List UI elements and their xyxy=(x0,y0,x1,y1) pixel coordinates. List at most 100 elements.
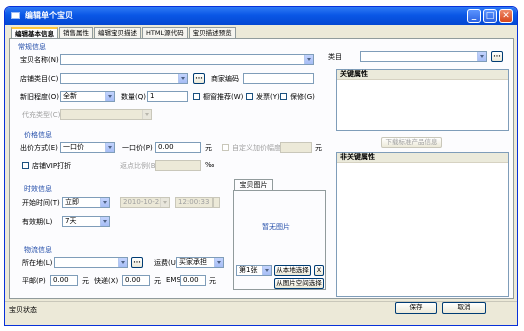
key-properties-header: 关键属性 xyxy=(337,70,508,80)
fixed-price-unit: 元 xyxy=(205,144,212,152)
download-product-info-button[interactable]: 下载标准产品信息 xyxy=(381,137,442,148)
fixed-price-input[interactable]: 0.00 xyxy=(155,142,201,153)
shop-category-combo[interactable] xyxy=(60,73,188,84)
non-key-properties-header: 非关键属性 xyxy=(337,153,508,163)
category-combo[interactable] xyxy=(360,51,487,62)
custom-markup-input[interactable] xyxy=(280,142,312,153)
window-recommend-label: 橱窗推荐(W) xyxy=(203,93,244,101)
item-status-text: 宝贝状态 xyxy=(9,306,37,314)
location-combo[interactable] xyxy=(54,257,128,268)
shipping-value: 买家承担 xyxy=(179,258,207,266)
logistics-info-title: 物流信息 xyxy=(24,246,52,254)
merchant-code-input[interactable] xyxy=(243,73,314,84)
item-name-label: 宝贝名称(N) xyxy=(20,56,59,64)
maximize-button[interactable]: □ xyxy=(483,9,497,23)
chevron-down-icon[interactable] xyxy=(118,258,127,267)
start-time-combo[interactable]: 立即 xyxy=(62,197,110,208)
price-info-title: 价格信息 xyxy=(24,131,52,139)
start-time-value: 立即 xyxy=(65,198,79,206)
ems-unit: 元 xyxy=(209,277,216,285)
category-browse-button[interactable]: ··· xyxy=(491,51,503,62)
time-info-title: 时效信息 xyxy=(24,185,52,193)
window-recommend-checkbox[interactable] xyxy=(193,93,200,100)
key-properties-list[interactable]: 关键属性 xyxy=(336,69,509,131)
chevron-down-icon[interactable] xyxy=(304,55,313,64)
shipping-combo[interactable]: 买家承担 xyxy=(176,257,224,268)
shipping-label: 运费(U) xyxy=(154,259,179,267)
custom-markup-checkbox[interactable] xyxy=(222,144,229,151)
sell-method-value: 一口价 xyxy=(63,143,84,151)
edit-item-window: 编辑单个宝贝 _ □ ✕ 编辑基本信息 销售属性 编辑宝贝描述 HTML源代码 … xyxy=(4,6,518,326)
location-label: 所在地(L) xyxy=(22,259,53,267)
fixed-price-label: 一口价(P) xyxy=(122,144,153,152)
chevron-down-icon[interactable] xyxy=(477,52,486,61)
point-ratio-label: 返点比例(B) xyxy=(120,162,159,170)
condition-value: 全新 xyxy=(63,92,77,100)
ems-label: EMS xyxy=(166,276,181,284)
save-button[interactable]: 保存 xyxy=(395,302,437,314)
chevron-down-icon[interactable] xyxy=(100,217,109,226)
vip-discount-label: 店铺VIP打折 xyxy=(32,162,72,170)
sell-method-label: 出价方式(E) xyxy=(20,144,58,152)
quantity-label: 数量(Q) xyxy=(121,93,146,101)
start-date-picker[interactable]: 2010-10-25 xyxy=(120,197,170,208)
agent-type-combo[interactable] xyxy=(60,109,152,120)
validity-combo[interactable]: 7天 xyxy=(62,216,110,227)
minimize-button[interactable]: _ xyxy=(467,9,481,23)
condition-combo[interactable]: 全新 xyxy=(60,91,115,102)
window-title: 编辑单个宝贝 xyxy=(25,11,73,20)
tab-pane: 常规信息 宝贝名称(N) 店铺类目(C) ··· 商家编码 新旧程度(O) 全新… xyxy=(9,38,514,299)
validity-label: 有效期(L) xyxy=(22,218,53,226)
chevron-down-icon[interactable] xyxy=(262,266,271,275)
chevron-down-icon[interactable] xyxy=(100,198,109,207)
close-button[interactable]: ✕ xyxy=(499,9,513,23)
sell-method-combo[interactable]: 一口价 xyxy=(60,142,115,153)
no-picture-text: 暂无图片 xyxy=(262,223,290,231)
clock-spinner[interactable] xyxy=(213,197,220,208)
location-browse-button[interactable]: ··· xyxy=(131,257,143,268)
cancel-button[interactable]: 取消 xyxy=(442,302,486,314)
status-bar xyxy=(5,301,517,315)
invoice-checkbox[interactable] xyxy=(246,93,253,100)
start-clock-value: 12:00:33 xyxy=(178,198,210,206)
non-key-properties-list[interactable]: 非关键属性 xyxy=(336,152,509,297)
chevron-down-icon xyxy=(142,110,151,119)
merchant-code-label: 商家编码 xyxy=(211,75,239,83)
point-ratio-input[interactable] xyxy=(155,160,201,171)
custom-markup-label: 自定义加价幅度 xyxy=(232,144,281,152)
express-label: 快递(X) xyxy=(94,277,119,285)
select-space-button[interactable]: 从图片空间选择 xyxy=(274,278,324,289)
mail-fee-input[interactable]: 0.00 xyxy=(50,275,78,286)
start-clock-input[interactable]: 12:00:33 xyxy=(175,197,213,208)
vip-discount-checkbox[interactable] xyxy=(22,162,29,169)
express-unit: 元 xyxy=(154,277,161,285)
custom-markup-unit: 元 xyxy=(315,144,322,152)
start-date-value: 2010-10-25 xyxy=(123,198,164,206)
general-info-title: 常规信息 xyxy=(18,43,46,51)
item-name-combo[interactable] xyxy=(60,54,314,65)
select-local-button[interactable]: 从本地选择 xyxy=(274,265,311,276)
chevron-down-icon[interactable] xyxy=(105,92,114,101)
express-fee-input[interactable]: 0.00 xyxy=(122,275,150,286)
picture-page-combo[interactable]: 第1张 xyxy=(236,265,272,276)
start-time-label: 开始时间(T) xyxy=(22,199,60,207)
condition-label: 新旧程度(O) xyxy=(20,93,59,101)
clear-picture-button[interactable]: X xyxy=(314,265,324,276)
mail-unit: 元 xyxy=(82,277,89,285)
warranty-checkbox[interactable] xyxy=(280,93,287,100)
category-label: 类目 xyxy=(328,53,342,61)
point-ratio-unit: ‰ xyxy=(205,161,215,169)
validity-value: 7天 xyxy=(65,217,77,225)
status-divider xyxy=(5,301,517,302)
chevron-down-icon[interactable] xyxy=(178,74,187,83)
agent-type-label: 代充类型(C) xyxy=(22,111,61,119)
ems-fee-input[interactable]: 0.00 xyxy=(180,275,206,286)
warranty-label: 保修(G) xyxy=(290,93,315,101)
shop-category-browse-button[interactable]: ··· xyxy=(193,73,205,84)
chevron-down-icon[interactable] xyxy=(214,258,223,267)
chevron-down-icon[interactable] xyxy=(105,143,114,152)
mail-label: 平邮(P) xyxy=(22,277,46,285)
title-bar[interactable]: 编辑单个宝贝 _ □ ✕ xyxy=(5,7,517,25)
quantity-input[interactable]: 1 xyxy=(147,91,188,102)
shop-category-label: 店铺类目(C) xyxy=(20,75,59,83)
